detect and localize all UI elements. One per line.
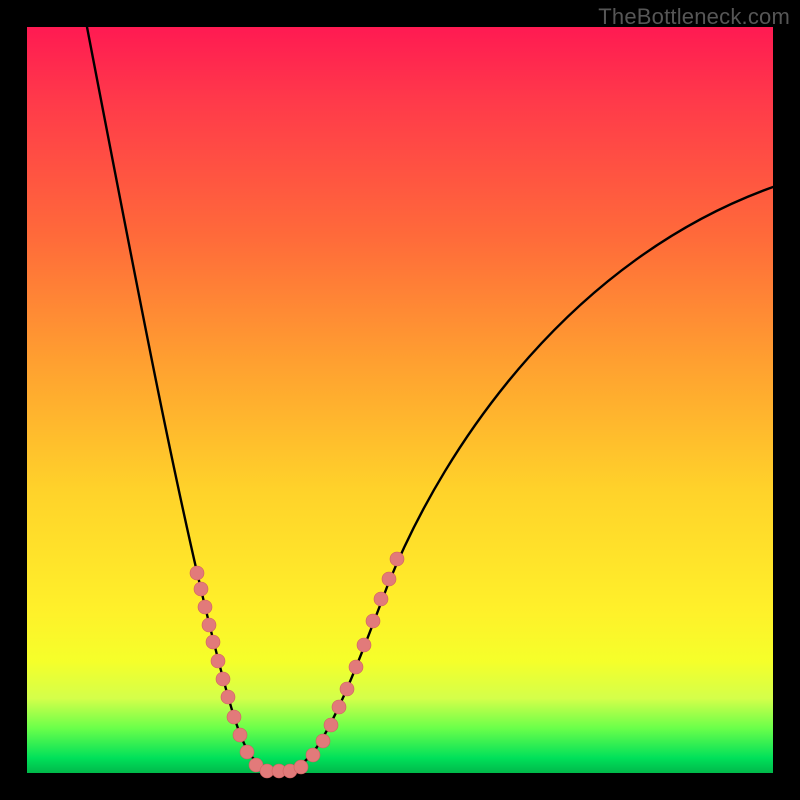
data-point [240,745,254,759]
watermark-text: TheBottleneck.com [598,4,790,30]
data-point [216,672,230,686]
data-point [306,748,320,762]
data-point [294,760,308,774]
data-point [324,718,338,732]
data-point [198,600,212,614]
data-point [227,710,241,724]
data-point [374,592,388,606]
data-point [349,660,363,674]
data-point [357,638,371,652]
data-point [194,582,208,596]
data-points [190,552,404,778]
data-point [211,654,225,668]
data-point [382,572,396,586]
chart-container: TheBottleneck.com [0,0,800,800]
data-point [221,690,235,704]
data-point [233,728,247,742]
plot-area [27,27,773,773]
data-point [340,682,354,696]
data-point [190,566,204,580]
data-point [316,734,330,748]
curve-layer [27,27,773,773]
bottleneck-curve [87,27,773,771]
data-point [390,552,404,566]
data-point [206,635,220,649]
data-point [332,700,346,714]
data-point [366,614,380,628]
data-point [202,618,216,632]
